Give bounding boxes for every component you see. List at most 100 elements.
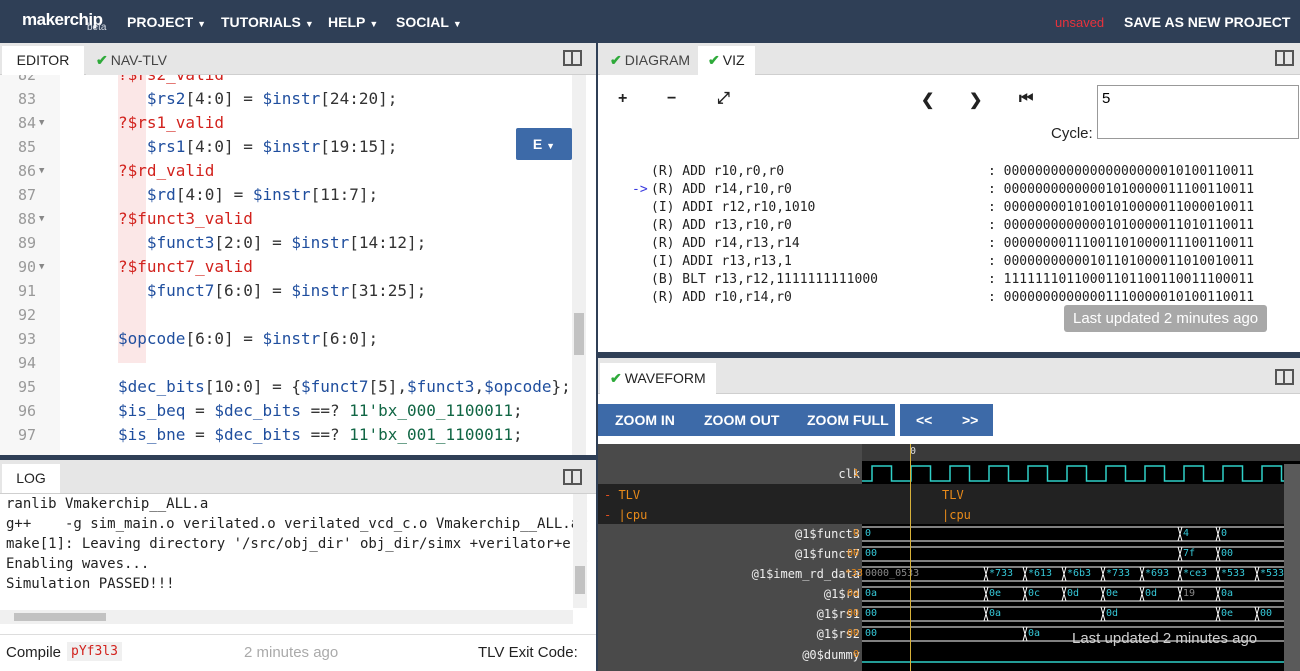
fold-arrow-icon[interactable]: ▼ (39, 207, 44, 231)
scope-tlv-label[interactable]: - TLV (604, 488, 640, 502)
wave-value-label: 00 (865, 548, 878, 559)
code-line[interactable]: 91 $funct7[6:0] = $instr[31:25]; (0, 279, 572, 303)
compile-id[interactable]: pYf3l3 (67, 642, 122, 661)
log-horizontal-scrollbar[interactable] (0, 610, 573, 624)
zoom-in-button[interactable]: ZOOM IN (615, 412, 675, 428)
tab-log[interactable]: LOG (2, 464, 60, 493)
signal-value: 00 (846, 548, 859, 559)
code-line[interactable]: 89 $funct3[2:0] = $instr[14:12]; (0, 231, 572, 255)
fold-arrow-icon[interactable]: ▼ (39, 111, 44, 135)
maximize-icon[interactable] (1275, 369, 1294, 385)
line-number: 86 (17, 162, 36, 180)
save-as-new-project-button[interactable]: SAVE AS NEW PROJECT (1124, 14, 1290, 30)
instruction-bits: : 00000000111001101000011100110011 (988, 236, 1255, 251)
code-line[interactable]: 95 $dec_bits[10:0] = {$funct7[5],$funct3,… (0, 375, 572, 399)
beta-label: beta (87, 22, 107, 33)
wave-value-label: 00 (1221, 548, 1234, 559)
log-vertical-scrollbar[interactable] (573, 494, 587, 608)
scroll-thumb[interactable] (575, 566, 585, 594)
code-line[interactable]: 97 $is_bne = $dec_bits ==? 11'bx_001_1100… (0, 423, 572, 447)
signal-value: *33 (845, 568, 864, 579)
reset-cycle-icon[interactable]: ⏮ (1019, 90, 1033, 108)
code-line[interactable]: 90 ▼ ?$funct7_valid (0, 255, 572, 279)
wave-value-label: 0 (1221, 528, 1228, 539)
log-line: make[1]: Leaving directory '/src/obj_dir… (6, 536, 588, 552)
wave-value-label: *ce3 (1183, 568, 1208, 579)
menu-help[interactable]: HELP ▼ (328, 14, 378, 30)
code-line[interactable]: 94 (0, 351, 572, 375)
time-cursor[interactable] (910, 444, 911, 671)
code-editor[interactable]: 82?$rs2_valid83 $rs2[4:0] = $instr[24:20… (0, 75, 596, 455)
code-line[interactable]: 92 (0, 303, 572, 327)
instruction-text: (B) BLT r13,r12,1111111111000 (651, 272, 878, 287)
code-line[interactable]: 85 $rs1[4:0] = $instr[19:15]; (0, 135, 572, 159)
maximize-icon[interactable] (563, 50, 582, 66)
zoom-in-icon[interactable]: + (618, 90, 627, 108)
wave-value-label: 0a (1221, 588, 1234, 599)
waveform-scrollbar[interactable] (1284, 464, 1300, 671)
wave-value-label: 0a (1028, 628, 1041, 639)
code-line[interactable]: 82 ?$rs2_valid (0, 75, 572, 87)
code-line[interactable]: 84 ▼ ?$rs1_valid (0, 111, 572, 135)
zoom-full-button[interactable]: ZOOM FULL (807, 412, 889, 428)
top-nav: makerchip beta PROJECT ▼ TUTORIALS ▼ HELP ▼… (0, 0, 1300, 43)
code-text: $rs1[4:0] = $instr[19:15]; (146, 137, 398, 156)
step-back-icon[interactable]: ❮ (921, 90, 934, 110)
menu-project[interactable]: PROJECT ▼ (127, 14, 206, 30)
e-dropdown-button[interactable]: E ▼ (516, 128, 572, 160)
instruction-bits: : 00000000000001110000010100110011 (988, 290, 1255, 305)
code-text: $funct3[2:0] = $instr[14:12]; (146, 233, 427, 252)
line-number: 85 (17, 138, 36, 156)
tab-diagram[interactable]: ✔ DIAGRAM (600, 46, 701, 75)
code-line[interactable]: 96 $is_beq = $dec_bits ==? 11'bx_000_1100… (0, 399, 572, 423)
fold-arrow-icon[interactable]: ▼ (39, 159, 44, 183)
scroll-left-button[interactable]: << (916, 412, 932, 428)
tab-waveform[interactable]: ✔ WAVEFORM (600, 363, 716, 394)
code-line[interactable]: 87 $rd[4:0] = $instr[11:7]; (0, 183, 572, 207)
tab-editor[interactable]: EDITOR (2, 46, 84, 75)
tab-viz[interactable]: ✔ VIZ (698, 46, 755, 75)
fit-screen-icon[interactable]: ⤢ (717, 90, 730, 108)
wave-value-label: 0000_0533 (865, 568, 920, 579)
cycle-input[interactable]: 5 (1097, 85, 1299, 139)
zoom-out-button[interactable]: ZOOM OUT (704, 412, 779, 428)
line-number: 97 (17, 426, 36, 444)
wave-value-label: 0d (1067, 588, 1080, 599)
tab-nav-tlv[interactable]: ✔ NAV-TLV (86, 46, 178, 75)
exit-code-label: TLV Exit Code: (478, 644, 578, 661)
log-line: Enabling waves... (6, 556, 150, 572)
fold-arrow-icon[interactable]: ▼ (39, 255, 44, 279)
instruction-bits: : 11111110110001101100110011100011 (988, 272, 1255, 287)
scroll-right-button[interactable]: >> (962, 412, 978, 428)
maximize-icon[interactable] (1275, 50, 1294, 66)
code-line[interactable]: 83 $rs2[4:0] = $instr[24:20]; (0, 87, 572, 111)
scroll-thumb[interactable] (574, 313, 584, 355)
code-text: $rd[4:0] = $instr[11:7]; (146, 185, 379, 204)
maximize-icon[interactable] (563, 469, 582, 485)
step-forward-icon[interactable]: ❯ (969, 90, 982, 110)
wave-value-label: 0c (1028, 588, 1041, 599)
scroll-thumb[interactable] (14, 613, 106, 621)
signal-name[interactable]: @1$imem_rd_data (752, 567, 860, 581)
check-icon: ✔ (610, 52, 622, 68)
code-text: ?$rs2_valid (118, 75, 224, 87)
scope-cpu-label[interactable]: - |cpu (604, 508, 647, 522)
code-line[interactable]: 93 $opcode[6:0] = $instr[6:0]; (0, 327, 572, 351)
line-number: 89 (17, 234, 36, 252)
zoom-button-group: ZOOM IN ZOOM OUT ZOOM FULL (598, 404, 895, 436)
wave-value-label: 0e (989, 588, 1002, 599)
code-line[interactable]: 86 ▼ ?$rd_valid (0, 159, 572, 183)
code-line[interactable]: 88 ▼ ?$funct3_valid (0, 207, 572, 231)
signal-value: 0 (852, 649, 859, 660)
wave-value-label: 0d (1145, 588, 1158, 599)
caret-down-icon: ▼ (369, 19, 379, 29)
editor-vertical-scrollbar[interactable] (572, 75, 586, 455)
code-text: $rs2[4:0] = $instr[24:20]; (146, 89, 398, 108)
line-number: 95 (17, 378, 36, 396)
menu-tutorials[interactable]: TUTORIALS ▼ (221, 14, 314, 30)
unsaved-status: unsaved (1055, 15, 1105, 30)
zoom-out-icon[interactable]: − (667, 90, 676, 108)
menu-social[interactable]: SOCIAL ▼ (396, 14, 462, 30)
signal-value: 00 (846, 628, 859, 639)
line-number: 92 (17, 306, 36, 324)
